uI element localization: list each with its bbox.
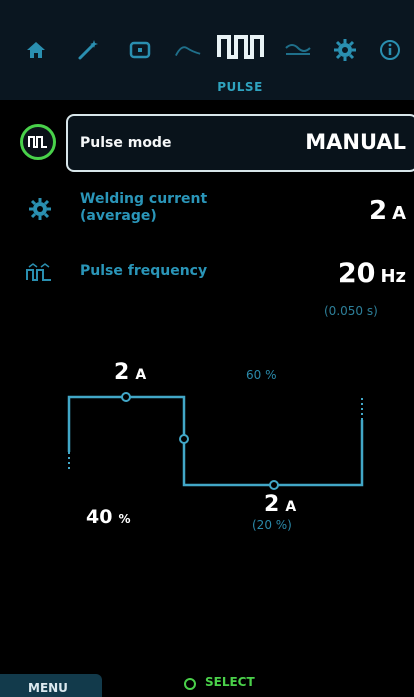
- top-navigation: PULSE: [0, 0, 414, 100]
- pulse-frequency-value: 20 Hz: [338, 258, 406, 289]
- ac-wave-icon[interactable]: [284, 38, 312, 62]
- pulse-icon[interactable]: [215, 34, 265, 59]
- gear-icon: [26, 195, 54, 223]
- welding-current-unit: A: [392, 203, 406, 224]
- duty-handle: [179, 434, 189, 444]
- duty-cycle-label[interactable]: 60 %: [246, 368, 277, 382]
- base-current-value: 2: [264, 492, 280, 517]
- gear-icon[interactable]: [331, 38, 359, 62]
- active-tab-label: PULSE: [217, 80, 263, 94]
- pulse-frequency-icon: [24, 260, 54, 284]
- background-percent-label[interactable]: 40%: [86, 506, 130, 528]
- base-current-percent: (20 %): [252, 518, 292, 532]
- welding-current-value: 2A: [369, 196, 406, 226]
- welding-current-label-line2: (average): [80, 208, 157, 224]
- pulse-waveform-svg: [67, 392, 364, 490]
- select-ring-icon: [184, 678, 196, 690]
- pulse-frequency-label[interactable]: Pulse frequency: [80, 263, 207, 280]
- peak-current-label[interactable]: 2A: [114, 360, 146, 385]
- home-icon[interactable]: [22, 38, 50, 62]
- welding-current-label[interactable]: Welding current (average): [80, 191, 207, 225]
- info-icon[interactable]: [376, 38, 404, 62]
- base-current-label[interactable]: 2A: [264, 492, 296, 517]
- arc-wave-icon[interactable]: [174, 38, 202, 62]
- pulse-mode-icon: [20, 124, 56, 160]
- peak-current-handle: [121, 392, 131, 402]
- pulse-mode-label: Pulse mode: [80, 135, 172, 151]
- wand-icon[interactable]: [74, 38, 102, 62]
- waveform-line: [67, 395, 364, 487]
- base-current-handle: [269, 480, 279, 490]
- pulse-waveform-diagram: 2A 60 % 40% 2A (20 %): [0, 340, 414, 560]
- pulse-settings-screen: PULSE Pulse mode MANUAL Welding current …: [0, 0, 414, 697]
- base-current-unit: A: [285, 499, 297, 515]
- pulse-frequency-number: 20: [337, 258, 376, 289]
- select-label[interactable]: SELECT: [205, 675, 255, 689]
- pulse-frequency-unit: Hz: [380, 266, 406, 287]
- pulse-period-value: (0.050 s): [324, 304, 378, 318]
- welding-current-number: 2: [368, 196, 388, 226]
- electrode-icon[interactable]: [126, 38, 154, 62]
- menu-button-label: MENU: [28, 681, 68, 695]
- welding-current-label-line1: Welding current: [80, 191, 208, 207]
- peak-current-unit: A: [135, 367, 147, 383]
- pulse-mode-value: MANUAL: [305, 130, 406, 154]
- waveform-dashes: [68, 398, 363, 470]
- background-percent-unit: %: [118, 512, 131, 526]
- background-percent-value: 40: [86, 506, 113, 528]
- peak-current-value: 2: [114, 360, 130, 385]
